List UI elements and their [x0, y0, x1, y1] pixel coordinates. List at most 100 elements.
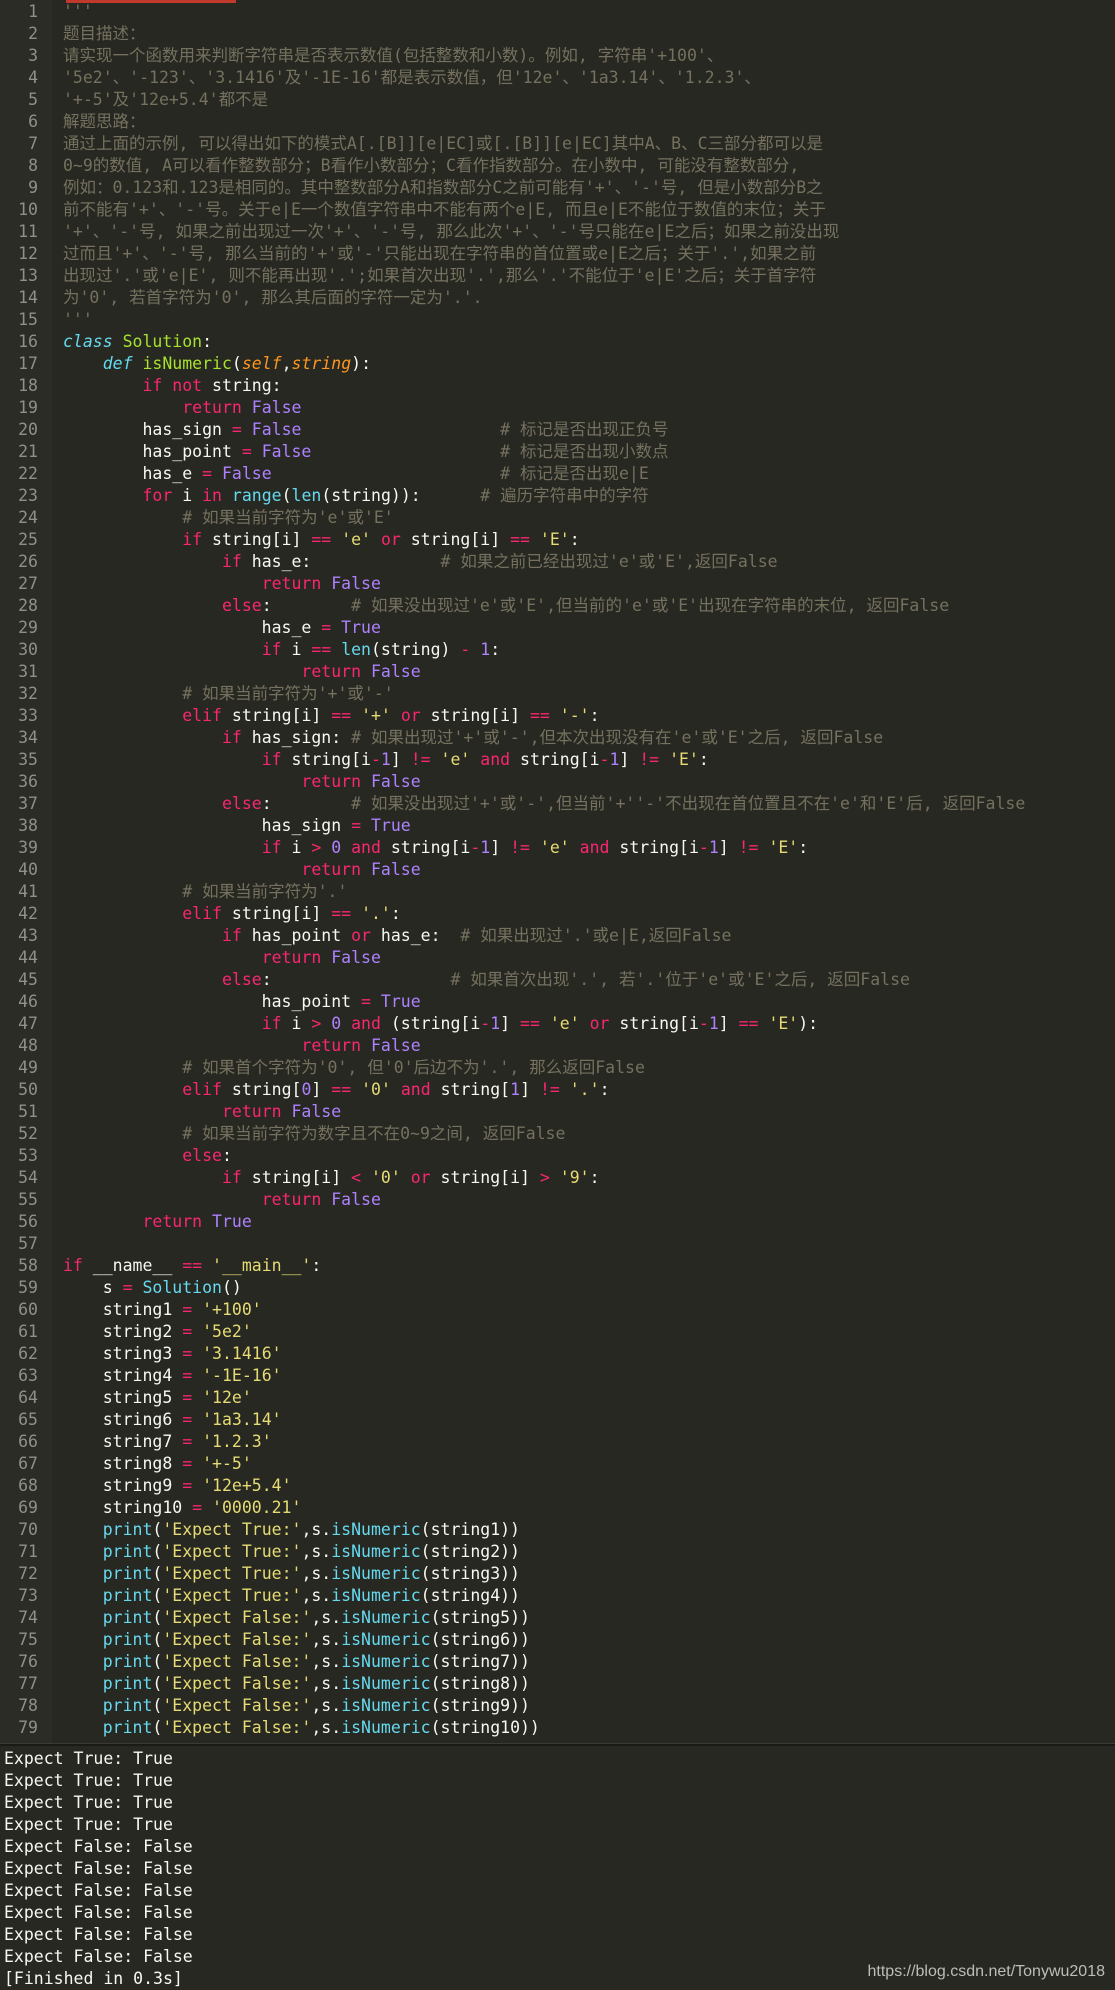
code-line[interactable]: 21 has_point = False # 标记是否出现小数点 — [0, 441, 1115, 463]
code-line[interactable]: 43 if has_point or has_e: # 如果出现过'.'或e|E… — [0, 925, 1115, 947]
code-line[interactable]: 49 # 如果首个字符为'0', 但'0'后边不为'.', 那么返回False — [0, 1057, 1115, 1079]
code-line[interactable]: 61 string2 = '5e2' — [0, 1321, 1115, 1343]
code-line[interactable]: 59 s = Solution() — [0, 1277, 1115, 1299]
code-line[interactable]: 71 print('Expect True:',s.isNumeric(stri… — [0, 1541, 1115, 1563]
code-line[interactable]: 56 return True — [0, 1211, 1115, 1233]
code-line[interactable]: 60 string1 = '+100' — [0, 1299, 1115, 1321]
code-line[interactable]: 25 if string[i] == 'e' or string[i] == '… — [0, 529, 1115, 551]
code-token: : — [261, 596, 352, 615]
code-line[interactable]: 34 if has_sign: # 如果出现过'+'或'-',但本次出现没有在'… — [0, 727, 1115, 749]
line-number: 56 — [18, 1212, 38, 1231]
code-line[interactable]: 10 前不能有'+'、'-'号。关于e|E一个数值字符串中不能有两个e|E, 而且… — [0, 199, 1115, 221]
code-line[interactable]: 5 '+-5'及'12e+5.4'都不是 — [0, 89, 1115, 111]
code-line[interactable]: 53 else: — [0, 1145, 1115, 1167]
code-token: isNumeric — [341, 1696, 431, 1715]
code-line[interactable]: 62 string3 = '3.1416' — [0, 1343, 1115, 1365]
code-line[interactable]: 78 print('Expect False:',s.isNumeric(str… — [0, 1695, 1115, 1717]
code-line[interactable]: 32 # 如果当前字符为'+'或'-' — [0, 683, 1115, 705]
code-line[interactable]: 46 has_point = True — [0, 991, 1115, 1013]
code-line[interactable]: 55 return False — [0, 1189, 1115, 1211]
code-line[interactable]: 31 return False — [0, 661, 1115, 683]
code-line[interactable]: 28 else: # 如果没出现过'e'或'E',但当前的'e'或'E'出现在字… — [0, 595, 1115, 617]
code-line[interactable]: 76 print('Expect False:',s.isNumeric(str… — [0, 1651, 1115, 1673]
code-line[interactable]: 4 '5e2'、'-123'、'3.1416'及'-1E-16'都是表示数值，但'… — [0, 67, 1115, 89]
code-line[interactable]: 19 return False — [0, 397, 1115, 419]
code-line[interactable]: 45 else: # 如果首次出现'.', 若'.'位于'e'或'E'之后, 返… — [0, 969, 1115, 991]
code-line[interactable]: 7 通过上面的示例, 可以得出如下的模式A[.[B]][e|EC]或[.[B]][… — [0, 133, 1115, 155]
code-line[interactable]: 9 例如：0.123和.123是相同的。其中整数部分A和指数部分C之前可能有'+'… — [0, 177, 1115, 199]
code-line[interactable]: 40 return False — [0, 859, 1115, 881]
code-token: 1 — [708, 838, 719, 857]
code-line[interactable]: 68 string9 = '12e+5.4' — [0, 1475, 1115, 1497]
code-line[interactable]: 17 def isNumeric(self,string): — [0, 353, 1115, 375]
code-line[interactable]: 6 解题思路： — [0, 111, 1115, 133]
code-token: = — [182, 1476, 193, 1495]
code-line[interactable]: 24 # 如果当前字符为'e'或'E' — [0, 507, 1115, 529]
code-token: ] — [311, 1080, 332, 1099]
code-line[interactable]: 73 print('Expect True:',s.isNumeric(stri… — [0, 1585, 1115, 1607]
code-line[interactable]: 69 string10 = '0000.21' — [0, 1497, 1115, 1519]
code-line[interactable]: 13 出现过'.'或'e|E', 则不能再出现'.';如果首次出现'.',那么'.… — [0, 265, 1115, 287]
code-token: ''' — [63, 2, 93, 21]
code-line[interactable]: 23 for i in range(len(string)): # 遍历字符串中… — [0, 485, 1115, 507]
code-editor[interactable]: 1 ''' 2 题目描述： 3 请实现一个函数用来判断字符串是否表示数值(包括整数和小数)… — [0, 0, 1115, 1743]
code-token: string[i] — [430, 1168, 540, 1187]
code-line[interactable]: 27 return False — [0, 573, 1115, 595]
code-line[interactable]: 20 has_sign = False # 标记是否出现正负号 — [0, 419, 1115, 441]
code-line[interactable]: 37 else: # 如果没出现过'+'或'-',但当前'+''-'不出现在首位… — [0, 793, 1115, 815]
code-line[interactable]: 29 has_e = True — [0, 617, 1115, 639]
code-line[interactable]: 72 print('Expect True:',s.isNumeric(stri… — [0, 1563, 1115, 1585]
code-line[interactable]: 11 '+'、'-'号, 如果之前出现过一次'+'、'-'号, 那么此次'+'、'… — [0, 221, 1115, 243]
code-line[interactable]: 48 return False — [0, 1035, 1115, 1057]
code-line[interactable]: 77 print('Expect False:',s.isNumeric(str… — [0, 1673, 1115, 1695]
code-line[interactable]: 67 string8 = '+-5' — [0, 1453, 1115, 1475]
code-line[interactable]: 12 过而且'+'、'-'号, 那么当前的'+'或'-'只能出现在字符串的首位置或… — [0, 243, 1115, 265]
code-token: # 如果之前已经出现过'e'或'E',返回False — [440, 552, 778, 571]
code-line[interactable]: 42 elif string[i] == '.': — [0, 903, 1115, 925]
code-text: 例如：0.123和.123是相同的。其中整数部分A和指数部分C之前可能有'+'、… — [63, 177, 823, 199]
code-line[interactable]: 66 string7 = '1.2.3' — [0, 1431, 1115, 1453]
code-line[interactable]: 39 if i > 0 and string[i-1] != 'e' and s… — [0, 837, 1115, 859]
code-line[interactable]: 36 return False — [0, 771, 1115, 793]
code-line[interactable]: 54 if string[i] < '0' or string[i] > '9'… — [0, 1167, 1115, 1189]
code-line[interactable]: 57 — [0, 1233, 1115, 1255]
code-line[interactable]: 2 题目描述： — [0, 23, 1115, 45]
code-line[interactable]: 70 print('Expect True:',s.isNumeric(stri… — [0, 1519, 1115, 1541]
code-line[interactable]: 51 return False — [0, 1101, 1115, 1123]
code-line[interactable]: 22 has_e = False # 标记是否出现e|E — [0, 463, 1115, 485]
code-line[interactable]: 35 if string[i-1] != 'e' and string[i-1]… — [0, 749, 1115, 771]
code-line[interactable]: 75 print('Expect False:',s.isNumeric(str… — [0, 1629, 1115, 1651]
code-line[interactable]: 15 ''' — [0, 309, 1115, 331]
code-line[interactable]: 63 string4 = '-1E-16' — [0, 1365, 1115, 1387]
code-line[interactable]: 33 elif string[i] == '+' or string[i] ==… — [0, 705, 1115, 727]
code-line[interactable]: 14 为'0', 若首字符为'0', 那么其后面的字符一定为'.'. — [0, 287, 1115, 309]
line-number: 71 — [18, 1542, 38, 1561]
code-line[interactable]: 65 string6 = '1a3.14' — [0, 1409, 1115, 1431]
code-line[interactable]: 47 if i > 0 and (string[i-1] == 'e' or s… — [0, 1013, 1115, 1035]
code-token: for — [142, 486, 173, 505]
code-line[interactable]: 16 class Solution: — [0, 331, 1115, 353]
code-line[interactable]: 74 print('Expect False:',s.isNumeric(str… — [0, 1607, 1115, 1629]
line-number: 9 — [28, 178, 38, 197]
code-line[interactable]: 52 # 如果当前字符为数字且不在0~9之间, 返回False — [0, 1123, 1115, 1145]
code-line[interactable]: 44 return False — [0, 947, 1115, 969]
code-line[interactable]: 64 string5 = '12e' — [0, 1387, 1115, 1409]
code-line[interactable]: 3 请实现一个函数用来判断字符串是否表示数值(包括整数和小数)。例如, 字符串'+… — [0, 45, 1115, 67]
code-line[interactable]: 58 if __name__ == '__main__': — [0, 1255, 1115, 1277]
code-line[interactable]: 30 if i == len(string) - 1: — [0, 639, 1115, 661]
code-line[interactable]: 41 # 如果当前字符为'.' — [0, 881, 1115, 903]
code-line[interactable]: 18 if not string: — [0, 375, 1115, 397]
code-token: 'Expect False:' — [162, 1696, 312, 1715]
code-line[interactable]: 79 print('Expect False:',s.isNumeric(str… — [0, 1717, 1115, 1739]
code-token: 'Expect False:' — [162, 1718, 312, 1737]
code-line[interactable]: 26 if has_e: # 如果之前已经出现过'e'或'E',返回False — [0, 551, 1115, 573]
code-line[interactable]: 1 ''' — [0, 1, 1115, 23]
code-line[interactable]: 38 has_sign = True — [0, 815, 1115, 837]
code-line[interactable]: 50 elif string[0] == '0' and string[1] !… — [0, 1079, 1115, 1101]
code-line[interactable]: 8 0~9的数值, A可以看作整数部分；B看作小数部分；C看作指数部分。在小数中,… — [0, 155, 1115, 177]
